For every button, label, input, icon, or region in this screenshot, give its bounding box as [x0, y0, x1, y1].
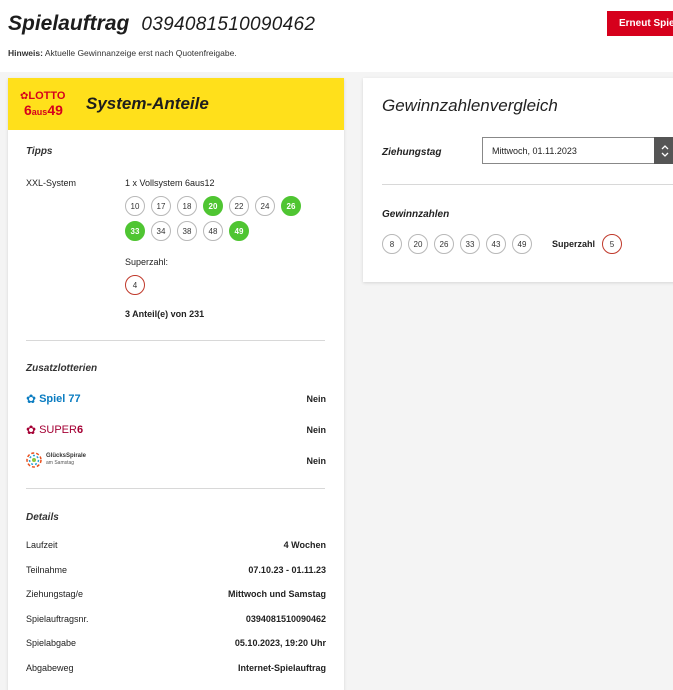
winning-numbers-label: Gewinnzahlen [382, 209, 450, 220]
number-ball: 26 [281, 196, 301, 216]
detail-label: Ziehungstag/e [26, 589, 84, 599]
gluecksspirale-value: Nein [306, 456, 326, 466]
system-shares-card: ✿LOTTO 6aus49 System-Anteile Tipps XXL-S… [8, 78, 344, 690]
detail-label: Abgabeweg [26, 662, 74, 673]
number-ball: 20 [408, 234, 428, 254]
gluecksspirale-logo: GlücksSpirale am Samstag [26, 452, 86, 468]
super6-value: Nein [306, 425, 326, 435]
super6-name: SUPER [39, 424, 77, 436]
tipps-section-title: Tipps [26, 146, 53, 157]
logo-top-label: LOTTO [28, 90, 66, 102]
lotto-6aus49-logo: ✿LOTTO 6aus49 [20, 87, 74, 121]
system-description: 1 x Vollsystem 6aus12 [125, 178, 215, 188]
logo-aus: aus [31, 107, 48, 117]
number-ball: 24 [255, 196, 275, 216]
number-ball: 49 [512, 234, 532, 254]
clover-icon: ✿ [26, 392, 37, 406]
order-number: 0394081510090462 [141, 14, 316, 35]
number-ball: 49 [229, 221, 249, 241]
repeat-play-button[interactable]: Erneut Spiel [607, 11, 673, 36]
draw-day-select[interactable]: Mittwoch, 01.11.2023 [482, 137, 673, 164]
number-ball: 18 [177, 196, 197, 216]
winning-comparison-card: Gewinnzahlenvergleich Ziehungstag Mittwo… [363, 78, 673, 282]
number-ball: 34 [151, 221, 171, 241]
number-ball: 17 [151, 196, 171, 216]
logo-bottom-text: 6aus49 [24, 102, 63, 118]
zusatz-section-title: Zusatzlotterien [26, 363, 98, 374]
tipp-type-label: XXL-System [26, 178, 77, 188]
number-ball: 38 [177, 221, 197, 241]
spiel77-value: Nein [306, 394, 326, 404]
divider [382, 184, 673, 185]
super6-logo: ✿ SUPER 6 [26, 423, 83, 437]
number-ball: 48 [203, 221, 223, 241]
hint-message: Aktuelle Gewinnanzeige erst nach Quotenf… [42, 48, 237, 58]
page-title: Spielauftrag 0394081510090462 [8, 12, 315, 36]
detail-value: 07.10.23 - 01.11.23 [248, 564, 326, 575]
superzahl-ball: 4 [125, 275, 145, 295]
detail-label: Spielabgabe [26, 638, 77, 648]
card-header: ✿LOTTO 6aus49 System-Anteile [8, 78, 344, 130]
gs-name: GlücksSpirale [46, 453, 87, 459]
detail-value: 05.10.2023, 19:20 Uhr [234, 638, 326, 648]
number-ball: 10 [125, 196, 145, 216]
winning-superzahl-label: Superzahl [552, 239, 596, 249]
number-ball: 22 [229, 196, 249, 216]
number-ball: 8 [382, 234, 402, 254]
logo-49: 49 [47, 102, 63, 118]
detail-value: 0394081510090462 [245, 613, 326, 624]
divider [26, 488, 325, 489]
card-title: System-Anteile [86, 94, 209, 113]
logo-top-text: ✿LOTTO [20, 90, 65, 102]
number-ball: 43 [486, 234, 506, 254]
spiel77-logo: ✿ Spiel 77 [26, 392, 81, 406]
logo-six: 6 [24, 102, 32, 118]
hint-text: Hinweis: Aktuelle Gewinnanzeige erst nac… [8, 48, 237, 58]
top-bar [0, 0, 673, 72]
detail-value: Internet-Spielauftrag [237, 662, 326, 673]
draw-day-value: Mittwoch, 01.11.2023 [492, 145, 577, 156]
super6-six: 6 [76, 424, 84, 436]
number-ball: 33 [460, 234, 480, 254]
spiel77-name: Spiel 77 [39, 393, 81, 405]
details-section-title: Details [26, 512, 59, 523]
superzahl-label: Superzahl: [125, 257, 169, 267]
detail-label: Spielauftragsnr. [26, 613, 89, 624]
spiral-icon [26, 452, 42, 468]
winning-superzahl-ball: 5 [602, 234, 622, 254]
comparison-title: Gewinnzahlenvergleich [382, 96, 558, 115]
gs-text: GlücksSpirale am Samstag [46, 453, 86, 467]
divider [26, 340, 325, 341]
number-ball: 20 [203, 196, 223, 216]
shares-count: 3 Anteil(e) von 231 [125, 309, 205, 319]
chevron-up-down-icon [661, 144, 669, 157]
hint-label: Hinweis: [8, 48, 43, 58]
clover-icon: ✿ [26, 423, 37, 437]
page-title-label: Spielauftrag [8, 12, 130, 35]
draw-day-label: Ziehungstag [382, 147, 442, 158]
detail-value: Mittwoch und Samstag [227, 589, 326, 599]
detail-label: Teilnahme [26, 564, 68, 575]
select-toggle-button[interactable] [654, 137, 673, 164]
gs-subname: am Samstag [46, 460, 75, 466]
detail-value: 4 Wochen [283, 540, 326, 550]
number-ball: 26 [434, 234, 454, 254]
detail-label: Laufzeit [26, 540, 58, 550]
number-ball: 33 [125, 221, 145, 241]
